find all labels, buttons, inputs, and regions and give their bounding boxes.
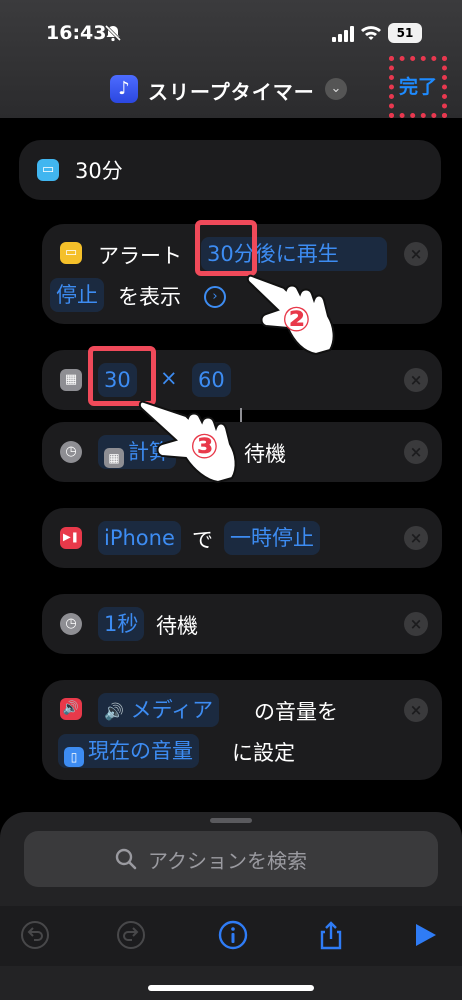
clock-icon: ◷ [60,613,82,635]
run-play-icon[interactable] [410,920,440,950]
volume-current-label: 現在の音量 [88,739,193,763]
calc-right-operand[interactable]: 60 [192,363,231,397]
editor-toolbar [0,906,462,966]
alert-icon: ▭ [60,242,82,264]
delete-action-icon[interactable]: × [404,440,428,464]
cellular-signal-icon [332,26,354,42]
expand-arrow-icon[interactable]: › [204,286,226,308]
volume-suffix: に設定 [232,741,295,765]
search-icon [115,848,137,870]
highlight-box-alert-number [195,220,257,276]
delete-action-icon[interactable]: × [404,526,428,550]
volume-media-token[interactable]: 🔊 メディア [98,693,220,727]
wait-duration[interactable]: 1秒 [98,607,145,641]
share-icon[interactable] [316,920,346,950]
number-icon: ▭ [37,159,59,181]
wifi-icon [361,26,381,40]
volume-middle: の音量を [254,700,338,724]
chevron-down-icon[interactable]: ⌄ [325,78,347,100]
info-icon[interactable] [218,920,248,950]
navigation-bar: ♪ スリープタイマー ⌄ 完了 [0,56,462,118]
alert-label: アラート [98,244,182,268]
home-indicator [148,985,314,991]
alert-suffix: を表示 [118,285,181,309]
pause-action[interactable]: 一時停止 [224,521,320,555]
music-note-icon[interactable]: ♪ [110,75,138,103]
pause-device[interactable]: iPhone [98,521,181,555]
delete-action-icon[interactable]: × [404,242,428,266]
search-placeholder: アクションを検索 [148,849,307,873]
play-pause-icon: ▶❚ [60,527,82,549]
phone-icon: ▯ [64,747,84,767]
clock-icon: ◷ [60,441,82,463]
calculator-icon: ▦ [60,369,82,391]
delete-action-icon[interactable]: × [404,698,428,722]
search-field[interactable]: アクションを検索 [24,831,438,887]
wait-calc-suffix: 待機 [244,442,286,466]
set-volume-action-card[interactable]: 🔊 🔊 メディア の音量を ▯ 現在の音量 に設定 × [42,680,442,780]
pause-particle: で [192,528,213,552]
volume-current-token[interactable]: ▯ 現在の音量 [58,734,199,768]
step-2-label: ② [282,300,311,340]
delete-action-icon[interactable]: × [404,368,428,392]
alert-message-part2[interactable]: 停止 [50,278,104,312]
delete-action-icon[interactable]: × [404,612,428,636]
redo-icon[interactable] [116,920,146,950]
speaker-wave-icon: 🔊 [104,702,124,721]
wait-1s-action-card[interactable]: ◷ 1秒 待機 × [42,594,442,654]
status-bar: 16:43 51 [0,0,462,60]
calc-operator[interactable]: × [160,366,178,390]
undo-icon[interactable] [20,920,50,950]
number-action-card[interactable]: ▭ 30分 [19,140,441,200]
battery-indicator: 51 [388,23,422,43]
pause-action-card[interactable]: ▶❚ iPhone で 一時停止 × [42,508,442,568]
calculator-icon: ▦ [104,448,124,468]
shortcut-title[interactable]: スリープタイマー [148,76,315,105]
volume-media-label: メディア [130,698,214,722]
speaker-icon: 🔊 [60,698,82,720]
sheet-grabber[interactable] [210,818,252,823]
wait-1s-suffix: 待機 [156,614,198,638]
done-button[interactable]: 完了 [389,56,447,118]
status-time: 16:43 [46,22,107,44]
step-3-label: ③ [190,427,219,467]
number-value[interactable]: 30分 [75,155,123,185]
silent-bell-icon [104,24,122,42]
